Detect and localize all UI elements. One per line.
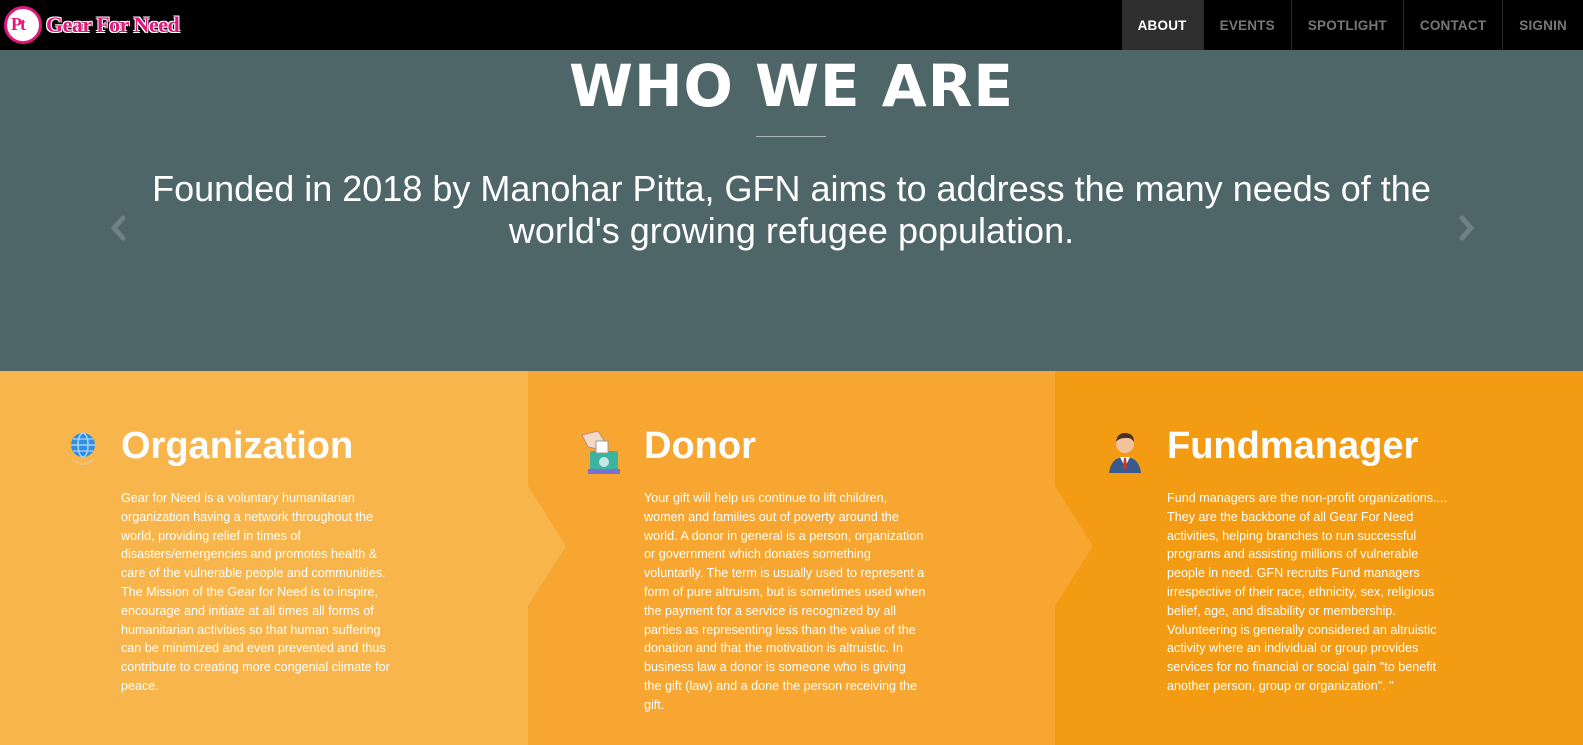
businessman-icon <box>1107 429 1141 473</box>
feature-title: Fundmanager <box>1167 425 1419 467</box>
feature-description: Fund managers are the non-profit organiz… <box>1167 491 1448 693</box>
feature-fundmanager: Fundmanager Fund managers are the non-pr… <box>1055 371 1583 745</box>
hero-divider <box>756 136 826 137</box>
nav-item-events[interactable]: EVENTS <box>1202 0 1291 50</box>
column-divider-arrow <box>1055 486 1093 606</box>
nav-item-signin[interactable]: SIGNIN <box>1502 0 1583 50</box>
donation-box-icon <box>580 429 624 474</box>
feature-description: Your gift will help us continue to lift … <box>644 491 926 712</box>
feature-title: Organization <box>121 425 354 467</box>
carousel-next-arrow-icon[interactable] <box>1458 215 1476 248</box>
feature-description: Gear for Need is a voluntary humanitaria… <box>121 491 390 693</box>
brand-mark-icon: Pt <box>4 6 42 44</box>
brand-logo[interactable]: Pt Gear For Need <box>4 4 180 46</box>
features-section: Organization Gear for Need is a voluntar… <box>0 371 1583 745</box>
hero-carousel: WHO WE ARE Founded in 2018 by Manohar Pi… <box>0 50 1583 371</box>
nav-item-contact[interactable]: CONTACT <box>1402 0 1502 50</box>
column-divider-arrow <box>528 486 566 606</box>
globe-icon <box>66 429 100 471</box>
carousel-prev-arrow-icon[interactable] <box>109 215 127 248</box>
navbar: Pt Gear For Need ABOUT EVENTS SPOTLIGHT … <box>0 0 1583 50</box>
nav-menu: ABOUT EVENTS SPOTLIGHT CONTACT SIGNIN <box>1121 0 1583 50</box>
feature-organization: Organization Gear for Need is a voluntar… <box>0 371 528 745</box>
feature-title: Donor <box>644 425 756 467</box>
brand-name: Gear For Need <box>46 12 180 37</box>
nav-item-about[interactable]: ABOUT <box>1121 0 1203 50</box>
hero-slide-text: Founded in 2018 by Manohar Pitta, GFN ai… <box>152 168 1431 251</box>
hero-title: WHO WE ARE <box>569 52 1014 120</box>
feature-donor: Donor Your gift will help us continue to… <box>528 371 1055 745</box>
brand-mark-text: Pt <box>11 14 26 34</box>
nav-item-spotlight[interactable]: SPOTLIGHT <box>1290 0 1403 50</box>
